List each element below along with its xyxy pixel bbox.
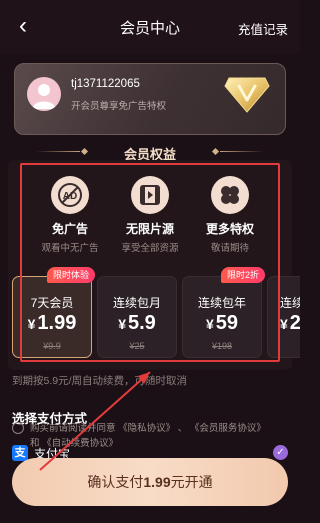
check-icon[interactable]: ✓ bbox=[273, 445, 288, 460]
agreement-radio[interactable] bbox=[12, 422, 24, 434]
alipay-icon: 支 bbox=[12, 445, 28, 461]
member-card-subtitle: 开会员尊享免广告特权 bbox=[71, 101, 167, 112]
recharge-record-link[interactable]: 充值记录 bbox=[238, 19, 288, 38]
plan-name: 连续 bbox=[280, 296, 300, 310]
agreement-line-1[interactable]: 购买前请阅读并同意 《隐私协议》 、 《会员服务协议》 bbox=[30, 421, 292, 436]
highlight-frame bbox=[20, 163, 280, 362]
confirm-pay-button[interactable]: 确认支付1.99元开通 bbox=[12, 458, 288, 506]
top-bar: ‹ 会员中心 充值记录 bbox=[0, 0, 300, 54]
avatar-user-icon bbox=[32, 84, 56, 109]
auto-renew-note: 到期按5.9元/周自动续费，可随时取消 bbox=[12, 375, 188, 387]
avatar bbox=[27, 77, 61, 111]
member-card: tj1371122065 开会员尊享免广告特权 bbox=[14, 63, 286, 135]
plan-price: ¥2 bbox=[280, 312, 300, 334]
vip-gold-badge-icon bbox=[223, 72, 271, 114]
username: tj1371122065 bbox=[71, 78, 140, 90]
